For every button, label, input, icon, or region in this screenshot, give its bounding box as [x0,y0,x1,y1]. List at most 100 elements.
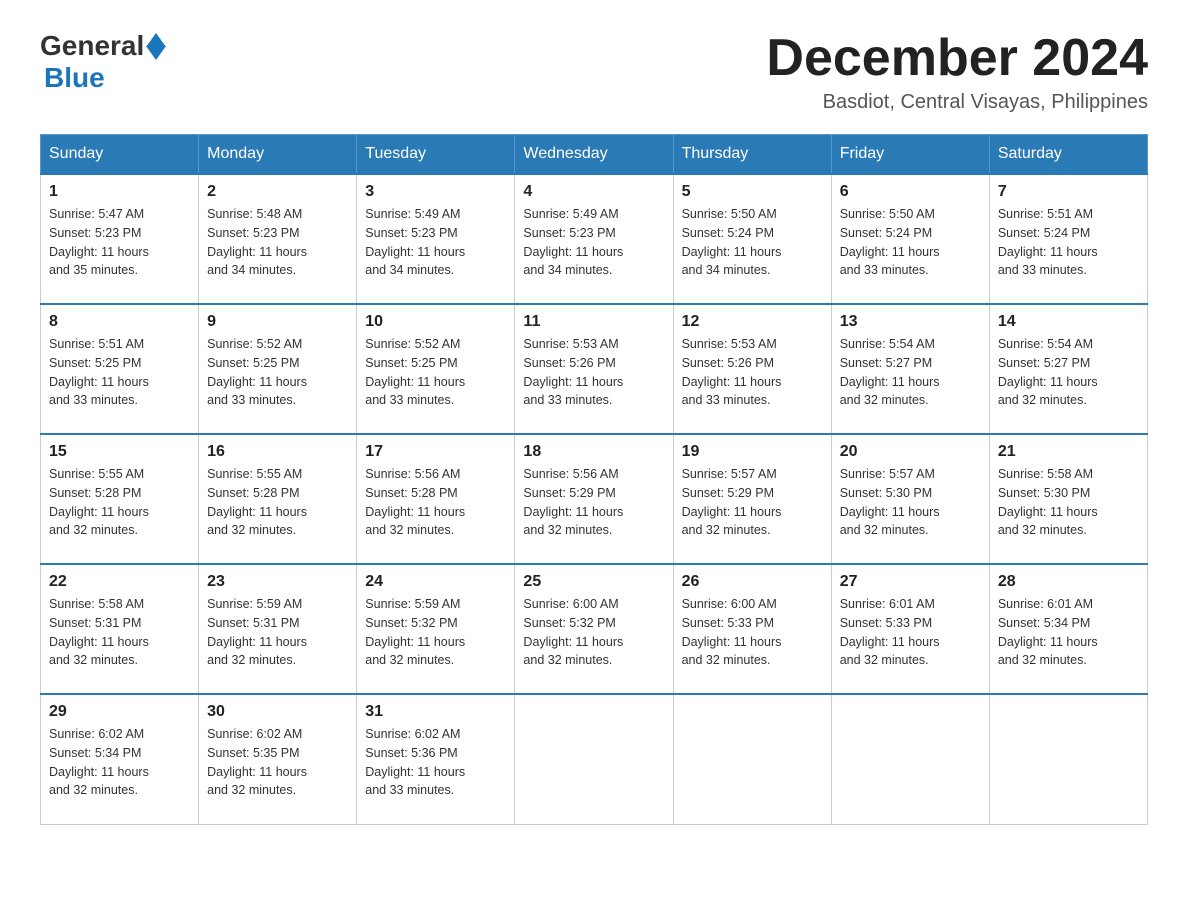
day-number: 23 [207,573,348,591]
day-number: 20 [840,443,981,461]
logo-general: General [40,30,144,62]
day-info: Sunrise: 5:57 AMSunset: 5:30 PMDaylight:… [840,465,981,540]
day-info: Sunrise: 5:53 AMSunset: 5:26 PMDaylight:… [682,335,823,410]
day-header-wednesday: Wednesday [515,135,673,175]
calendar-day-4: 4 Sunrise: 5:49 AMSunset: 5:23 PMDayligh… [515,174,673,304]
day-info: Sunrise: 6:00 AMSunset: 5:33 PMDaylight:… [682,595,823,670]
day-number: 5 [682,183,823,201]
day-info: Sunrise: 5:57 AMSunset: 5:29 PMDaylight:… [682,465,823,540]
day-info: Sunrise: 5:54 AMSunset: 5:27 PMDaylight:… [840,335,981,410]
calendar-day-2: 2 Sunrise: 5:48 AMSunset: 5:23 PMDayligh… [199,174,357,304]
day-header-tuesday: Tuesday [357,135,515,175]
day-info: Sunrise: 5:55 AMSunset: 5:28 PMDaylight:… [207,465,348,540]
month-title: December 2024 [766,30,1148,87]
calendar-day-18: 18 Sunrise: 5:56 AMSunset: 5:29 PMDaylig… [515,434,673,564]
day-info: Sunrise: 6:00 AMSunset: 5:32 PMDaylight:… [523,595,664,670]
calendar-day-1: 1 Sunrise: 5:47 AMSunset: 5:23 PMDayligh… [41,174,199,304]
calendar-empty-cell [515,694,673,824]
calendar-day-21: 21 Sunrise: 5:58 AMSunset: 5:30 PMDaylig… [989,434,1147,564]
calendar-day-30: 30 Sunrise: 6:02 AMSunset: 5:35 PMDaylig… [199,694,357,824]
day-number: 31 [365,703,506,721]
day-info: Sunrise: 6:01 AMSunset: 5:34 PMDaylight:… [998,595,1139,670]
day-info: Sunrise: 5:59 AMSunset: 5:32 PMDaylight:… [365,595,506,670]
day-number: 19 [682,443,823,461]
calendar-day-9: 9 Sunrise: 5:52 AMSunset: 5:25 PMDayligh… [199,304,357,434]
calendar-day-25: 25 Sunrise: 6:00 AMSunset: 5:32 PMDaylig… [515,564,673,694]
day-number: 9 [207,313,348,331]
calendar-day-5: 5 Sunrise: 5:50 AMSunset: 5:24 PMDayligh… [673,174,831,304]
calendar-day-3: 3 Sunrise: 5:49 AMSunset: 5:23 PMDayligh… [357,174,515,304]
day-info: Sunrise: 5:52 AMSunset: 5:25 PMDaylight:… [365,335,506,410]
day-number: 12 [682,313,823,331]
day-number: 15 [49,443,190,461]
day-number: 30 [207,703,348,721]
location-subtitle: Basdiot, Central Visayas, Philippines [766,91,1148,114]
day-header-saturday: Saturday [989,135,1147,175]
day-header-sunday: Sunday [41,135,199,175]
day-info: Sunrise: 5:50 AMSunset: 5:24 PMDaylight:… [682,205,823,280]
calendar-week-4: 22 Sunrise: 5:58 AMSunset: 5:31 PMDaylig… [41,564,1148,694]
title-section: December 2024 Basdiot, Central Visayas, … [766,30,1148,114]
calendar-day-22: 22 Sunrise: 5:58 AMSunset: 5:31 PMDaylig… [41,564,199,694]
logo: General Blue [40,30,166,94]
day-info: Sunrise: 5:51 AMSunset: 5:25 PMDaylight:… [49,335,190,410]
day-number: 18 [523,443,664,461]
calendar-day-20: 20 Sunrise: 5:57 AMSunset: 5:30 PMDaylig… [831,434,989,564]
day-info: Sunrise: 5:54 AMSunset: 5:27 PMDaylight:… [998,335,1139,410]
calendar-day-7: 7 Sunrise: 5:51 AMSunset: 5:24 PMDayligh… [989,174,1147,304]
calendar-table: SundayMondayTuesdayWednesdayThursdayFrid… [40,134,1148,825]
day-number: 4 [523,183,664,201]
calendar-week-3: 15 Sunrise: 5:55 AMSunset: 5:28 PMDaylig… [41,434,1148,564]
day-info: Sunrise: 5:58 AMSunset: 5:30 PMDaylight:… [998,465,1139,540]
calendar-day-27: 27 Sunrise: 6:01 AMSunset: 5:33 PMDaylig… [831,564,989,694]
calendar-day-16: 16 Sunrise: 5:55 AMSunset: 5:28 PMDaylig… [199,434,357,564]
calendar-day-17: 17 Sunrise: 5:56 AMSunset: 5:28 PMDaylig… [357,434,515,564]
day-header-friday: Friday [831,135,989,175]
calendar-day-26: 26 Sunrise: 6:00 AMSunset: 5:33 PMDaylig… [673,564,831,694]
day-number: 1 [49,183,190,201]
day-number: 14 [998,313,1139,331]
calendar-week-2: 8 Sunrise: 5:51 AMSunset: 5:25 PMDayligh… [41,304,1148,434]
calendar-day-28: 28 Sunrise: 6:01 AMSunset: 5:34 PMDaylig… [989,564,1147,694]
day-number: 7 [998,183,1139,201]
day-info: Sunrise: 5:50 AMSunset: 5:24 PMDaylight:… [840,205,981,280]
day-number: 29 [49,703,190,721]
day-info: Sunrise: 6:02 AMSunset: 5:36 PMDaylight:… [365,725,506,800]
calendar-empty-cell [673,694,831,824]
day-number: 27 [840,573,981,591]
calendar-day-29: 29 Sunrise: 6:02 AMSunset: 5:34 PMDaylig… [41,694,199,824]
day-number: 3 [365,183,506,201]
day-info: Sunrise: 6:01 AMSunset: 5:33 PMDaylight:… [840,595,981,670]
day-number: 2 [207,183,348,201]
calendar-day-31: 31 Sunrise: 6:02 AMSunset: 5:36 PMDaylig… [357,694,515,824]
day-number: 24 [365,573,506,591]
calendar-week-1: 1 Sunrise: 5:47 AMSunset: 5:23 PMDayligh… [41,174,1148,304]
day-info: Sunrise: 5:49 AMSunset: 5:23 PMDaylight:… [523,205,664,280]
day-info: Sunrise: 5:56 AMSunset: 5:29 PMDaylight:… [523,465,664,540]
page-header: General Blue December 2024 Basdiot, Cent… [40,30,1148,114]
calendar-day-8: 8 Sunrise: 5:51 AMSunset: 5:25 PMDayligh… [41,304,199,434]
day-number: 22 [49,573,190,591]
day-number: 26 [682,573,823,591]
calendar-day-15: 15 Sunrise: 5:55 AMSunset: 5:28 PMDaylig… [41,434,199,564]
day-info: Sunrise: 5:47 AMSunset: 5:23 PMDaylight:… [49,205,190,280]
day-info: Sunrise: 6:02 AMSunset: 5:35 PMDaylight:… [207,725,348,800]
day-number: 28 [998,573,1139,591]
day-number: 11 [523,313,664,331]
calendar-week-5: 29 Sunrise: 6:02 AMSunset: 5:34 PMDaylig… [41,694,1148,824]
day-info: Sunrise: 5:56 AMSunset: 5:28 PMDaylight:… [365,465,506,540]
calendar-day-23: 23 Sunrise: 5:59 AMSunset: 5:31 PMDaylig… [199,564,357,694]
calendar-empty-cell [989,694,1147,824]
day-info: Sunrise: 5:59 AMSunset: 5:31 PMDaylight:… [207,595,348,670]
calendar-empty-cell [831,694,989,824]
day-info: Sunrise: 5:55 AMSunset: 5:28 PMDaylight:… [49,465,190,540]
day-info: Sunrise: 5:53 AMSunset: 5:26 PMDaylight:… [523,335,664,410]
day-number: 17 [365,443,506,461]
day-info: Sunrise: 5:58 AMSunset: 5:31 PMDaylight:… [49,595,190,670]
day-info: Sunrise: 5:48 AMSunset: 5:23 PMDaylight:… [207,205,348,280]
day-number: 8 [49,313,190,331]
logo-blue: Blue [44,62,105,93]
day-number: 10 [365,313,506,331]
calendar-day-24: 24 Sunrise: 5:59 AMSunset: 5:32 PMDaylig… [357,564,515,694]
day-info: Sunrise: 5:51 AMSunset: 5:24 PMDaylight:… [998,205,1139,280]
